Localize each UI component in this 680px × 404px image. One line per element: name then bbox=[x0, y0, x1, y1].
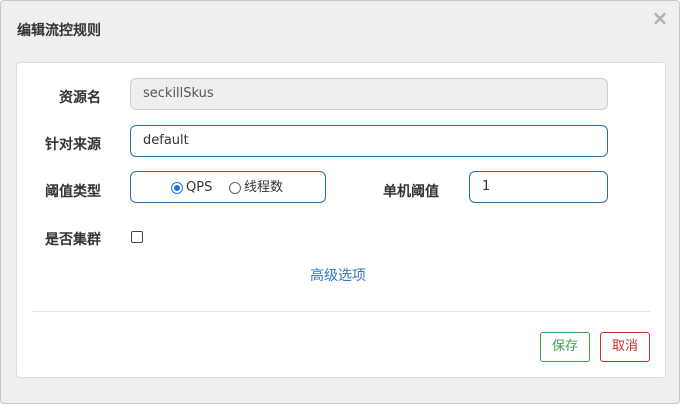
cluster-label: 是否集群 bbox=[45, 232, 101, 248]
form-panel: 资源名 seckillSkus 针对来源 default 阈值类型 QPS 线程… bbox=[16, 62, 666, 378]
footer-divider bbox=[32, 311, 650, 312]
single-threshold-label: 单机阈值 bbox=[383, 184, 439, 200]
radio-qps[interactable]: QPS bbox=[171, 181, 212, 195]
cluster-checkbox[interactable] bbox=[131, 231, 143, 243]
advanced-options-link[interactable]: 高级选项 bbox=[310, 265, 366, 285]
radio-qps-indicator[interactable] bbox=[171, 182, 183, 194]
threshold-type-label: 阈值类型 bbox=[45, 184, 101, 200]
close-icon[interactable]: × bbox=[651, 7, 669, 29]
origin-label: 针对来源 bbox=[45, 137, 101, 153]
resource-name-input: seckillSkus bbox=[130, 78, 608, 110]
resource-name-label: 资源名 bbox=[59, 90, 101, 106]
threshold-type-radio-group: QPS 线程数 bbox=[130, 171, 326, 203]
radio-thread-count[interactable]: 线程数 bbox=[229, 181, 283, 195]
edit-flow-rule-dialog: 编辑流控规则 × 资源名 seckillSkus 针对来源 default 阈值… bbox=[0, 0, 680, 404]
radio-thread-count-label: 线程数 bbox=[244, 180, 284, 195]
single-threshold-input[interactable]: 1 bbox=[469, 171, 608, 203]
radio-thread-count-indicator[interactable] bbox=[229, 182, 241, 194]
cancel-button[interactable]: 取消 bbox=[600, 332, 651, 362]
dialog-title: 编辑流控规则 bbox=[17, 23, 101, 39]
save-button[interactable]: 保存 bbox=[540, 332, 591, 362]
radio-qps-label: QPS bbox=[186, 180, 213, 195]
origin-input[interactable]: default bbox=[130, 125, 608, 157]
